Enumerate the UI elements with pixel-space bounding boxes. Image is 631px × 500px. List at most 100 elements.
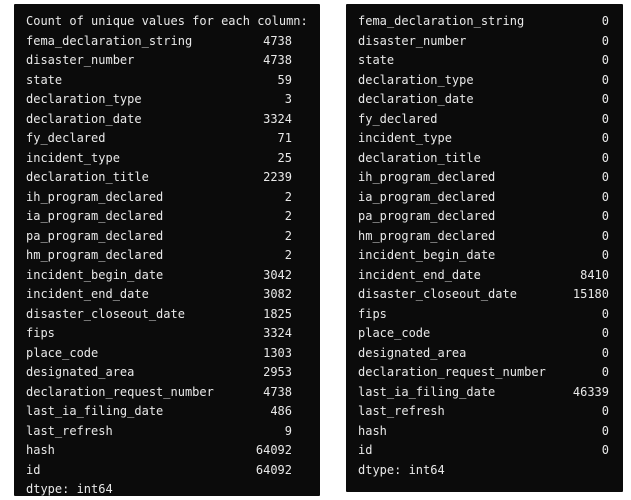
column-name: declaration_title bbox=[26, 170, 149, 184]
column-name: place_code bbox=[26, 345, 99, 360]
series-row: declaration_title 2239 bbox=[26, 168, 308, 188]
series-row: pa_program_declared 2 bbox=[26, 227, 308, 247]
column-count: 0 bbox=[601, 306, 609, 321]
column-count: 4738 bbox=[263, 33, 292, 48]
series-row: id 64092 bbox=[26, 461, 308, 481]
series-row: incident_end_date 3082 bbox=[26, 285, 308, 305]
unique-counts-header: Count of unique values for each column: bbox=[26, 14, 308, 28]
column-count: 486 bbox=[270, 404, 292, 418]
column-name: place_code bbox=[358, 326, 431, 340]
column-count: 0 bbox=[601, 423, 609, 438]
series-row: hash 64092 bbox=[26, 441, 308, 461]
series-row: place_code 1303 bbox=[26, 344, 308, 364]
column-count: 2239 bbox=[263, 170, 292, 184]
column-count: 4738 bbox=[263, 53, 292, 67]
column-name: declaration_request_number bbox=[26, 384, 214, 399]
series-row: incident_type 25 bbox=[26, 149, 308, 169]
column-name: declaration_date bbox=[358, 92, 474, 106]
column-name: incident_type bbox=[26, 150, 120, 165]
series-row: incident_end_date 8410 bbox=[358, 266, 611, 286]
series-row: fema_declaration_string 4738 bbox=[26, 32, 308, 52]
column-name: declaration_date bbox=[26, 111, 142, 126]
series-row: last_refresh 0 bbox=[358, 402, 611, 422]
series-row: designated_area 2953 bbox=[26, 363, 308, 383]
column-count: 3082 bbox=[263, 287, 292, 301]
column-name: last_ia_filing_date bbox=[26, 404, 164, 418]
column-count: 3324 bbox=[263, 326, 292, 340]
column-count: 1303 bbox=[263, 345, 292, 360]
column-name: disaster_closeout_date bbox=[358, 287, 517, 301]
series-row: hash 0 bbox=[358, 422, 611, 442]
column-name: declaration_request_number bbox=[358, 365, 546, 379]
column-count: 2 bbox=[284, 209, 292, 223]
column-count: 0 bbox=[601, 92, 609, 106]
column-count: 0 bbox=[601, 111, 609, 126]
series-row: state 0 bbox=[358, 51, 611, 71]
column-name: declaration_type bbox=[26, 92, 142, 106]
column-name: fips bbox=[26, 326, 55, 340]
column-count: 0 bbox=[601, 228, 609, 243]
series-row: declaration_request_number 0 bbox=[358, 363, 611, 383]
column-name: disaster_number bbox=[26, 53, 135, 67]
column-name: declaration_type bbox=[358, 72, 474, 87]
column-count: 4738 bbox=[263, 384, 292, 399]
null-counts-list: fema_declaration_string 0 disaster_number 0… bbox=[358, 12, 611, 461]
column-count: 0 bbox=[601, 404, 609, 418]
column-count: 0 bbox=[601, 443, 609, 457]
column-count: 0 bbox=[601, 170, 609, 184]
series-row: declaration_date 0 bbox=[358, 90, 611, 110]
column-name: hm_program_declared bbox=[358, 228, 496, 243]
column-name: declaration_title bbox=[358, 150, 481, 165]
null-counts-output-panel: fema_declaration_string 0 disaster_number 0… bbox=[346, 4, 623, 492]
column-count: 0 bbox=[601, 326, 609, 340]
column-name: incident_begin_date bbox=[26, 267, 164, 282]
column-name: incident_begin_date bbox=[358, 248, 496, 262]
column-name: last_refresh bbox=[26, 423, 113, 438]
column-count: 0 bbox=[601, 248, 609, 262]
column-count: 0 bbox=[601, 72, 609, 87]
column-name: state bbox=[358, 53, 395, 67]
column-name: fy_declared bbox=[358, 111, 438, 126]
column-name: disaster_number bbox=[358, 33, 467, 48]
null-counts-dtype: dtype: int64 bbox=[358, 462, 445, 477]
series-row: declaration_type 3 bbox=[26, 90, 308, 110]
unique-counts-output-panel: Count of unique values for each column: … bbox=[14, 4, 320, 496]
column-name: ia_program_declared bbox=[358, 189, 496, 204]
series-row: fy_declared 0 bbox=[358, 110, 611, 130]
column-count: 0 bbox=[601, 53, 609, 67]
series-row: hm_program_declared 0 bbox=[358, 227, 611, 247]
column-count: 2 bbox=[284, 228, 292, 243]
series-row: last_ia_filing_date 46339 bbox=[358, 383, 611, 403]
series-row: fips 0 bbox=[358, 305, 611, 325]
column-name: incident_end_date bbox=[26, 287, 149, 301]
column-name: designated_area bbox=[358, 345, 467, 360]
column-count: 0 bbox=[601, 189, 609, 204]
column-name: hash bbox=[26, 443, 55, 457]
series-row: ih_program_declared 2 bbox=[26, 188, 308, 208]
series-row: declaration_date 3324 bbox=[26, 110, 308, 130]
column-name: fips bbox=[358, 306, 387, 321]
series-row: id 0 bbox=[358, 441, 611, 461]
column-count: 59 bbox=[277, 72, 292, 87]
series-row: disaster_closeout_date 15180 bbox=[358, 285, 611, 305]
column-name: fy_declared bbox=[26, 131, 106, 145]
column-count: 8410 bbox=[580, 267, 609, 282]
column-name: designated_area bbox=[26, 365, 135, 379]
column-count: 46339 bbox=[572, 384, 609, 399]
column-count: 15180 bbox=[572, 287, 609, 301]
column-count: 2 bbox=[284, 189, 292, 204]
column-count: 9 bbox=[284, 423, 292, 438]
column-count: 0 bbox=[601, 209, 609, 223]
column-count: 0 bbox=[601, 131, 609, 145]
series-row: incident_begin_date 0 bbox=[358, 246, 611, 266]
column-name: hash bbox=[358, 423, 387, 438]
column-count: 64092 bbox=[255, 443, 292, 457]
column-count: 0 bbox=[601, 14, 609, 28]
series-row: last_ia_filing_date 486 bbox=[26, 402, 308, 422]
unique-counts-dtype: dtype: int64 bbox=[26, 482, 113, 496]
series-row: disaster_number 4738 bbox=[26, 51, 308, 71]
column-count: 1825 bbox=[263, 306, 292, 321]
column-name: ih_program_declared bbox=[26, 189, 164, 204]
column-count: 64092 bbox=[255, 462, 292, 477]
column-name: ih_program_declared bbox=[358, 170, 496, 184]
